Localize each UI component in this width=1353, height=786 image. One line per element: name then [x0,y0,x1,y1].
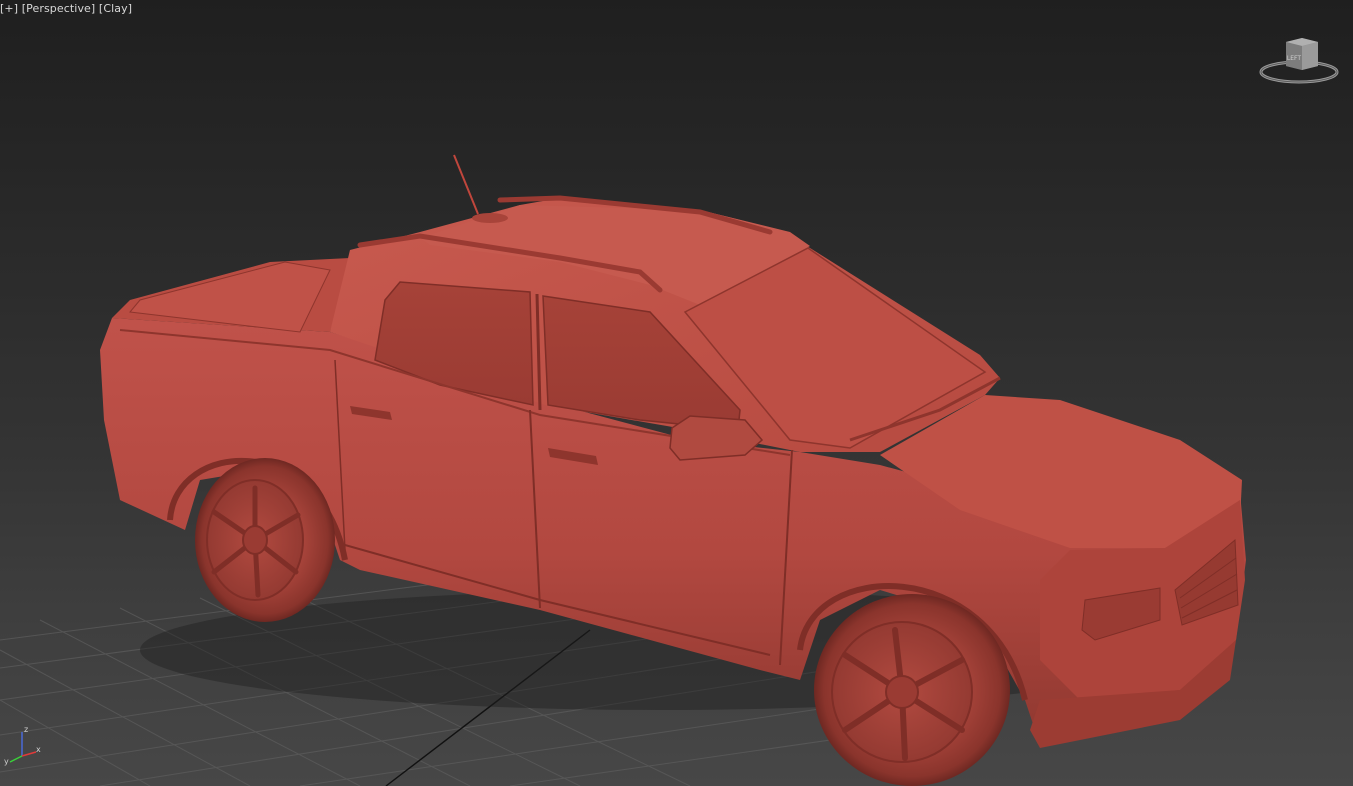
viewport-label-menu: [+] [Perspective] [Clay] [0,2,132,15]
viewcube-icon[interactable]: LEFT [1256,30,1342,92]
antenna [453,154,479,215]
axis-x-label: x [36,745,41,754]
viewcube-face-label: LEFT [1287,55,1301,62]
rear-wheel [195,458,335,622]
scene-canvas[interactable] [0,0,1353,786]
axis-y-label: y [4,757,9,766]
front-wheel [814,594,1010,786]
axis-z-label: z [24,725,28,734]
viewport-plus-menu[interactable]: [+] [0,2,18,15]
viewport-shading-menu[interactable]: [Clay] [99,2,132,15]
perspective-viewport[interactable]: [+] [Perspective] [Clay] LEFT z x y [0,0,1353,786]
viewport-view-menu[interactable]: [Perspective] [22,2,96,15]
axis-tripod-icon: z x y [4,725,41,766]
